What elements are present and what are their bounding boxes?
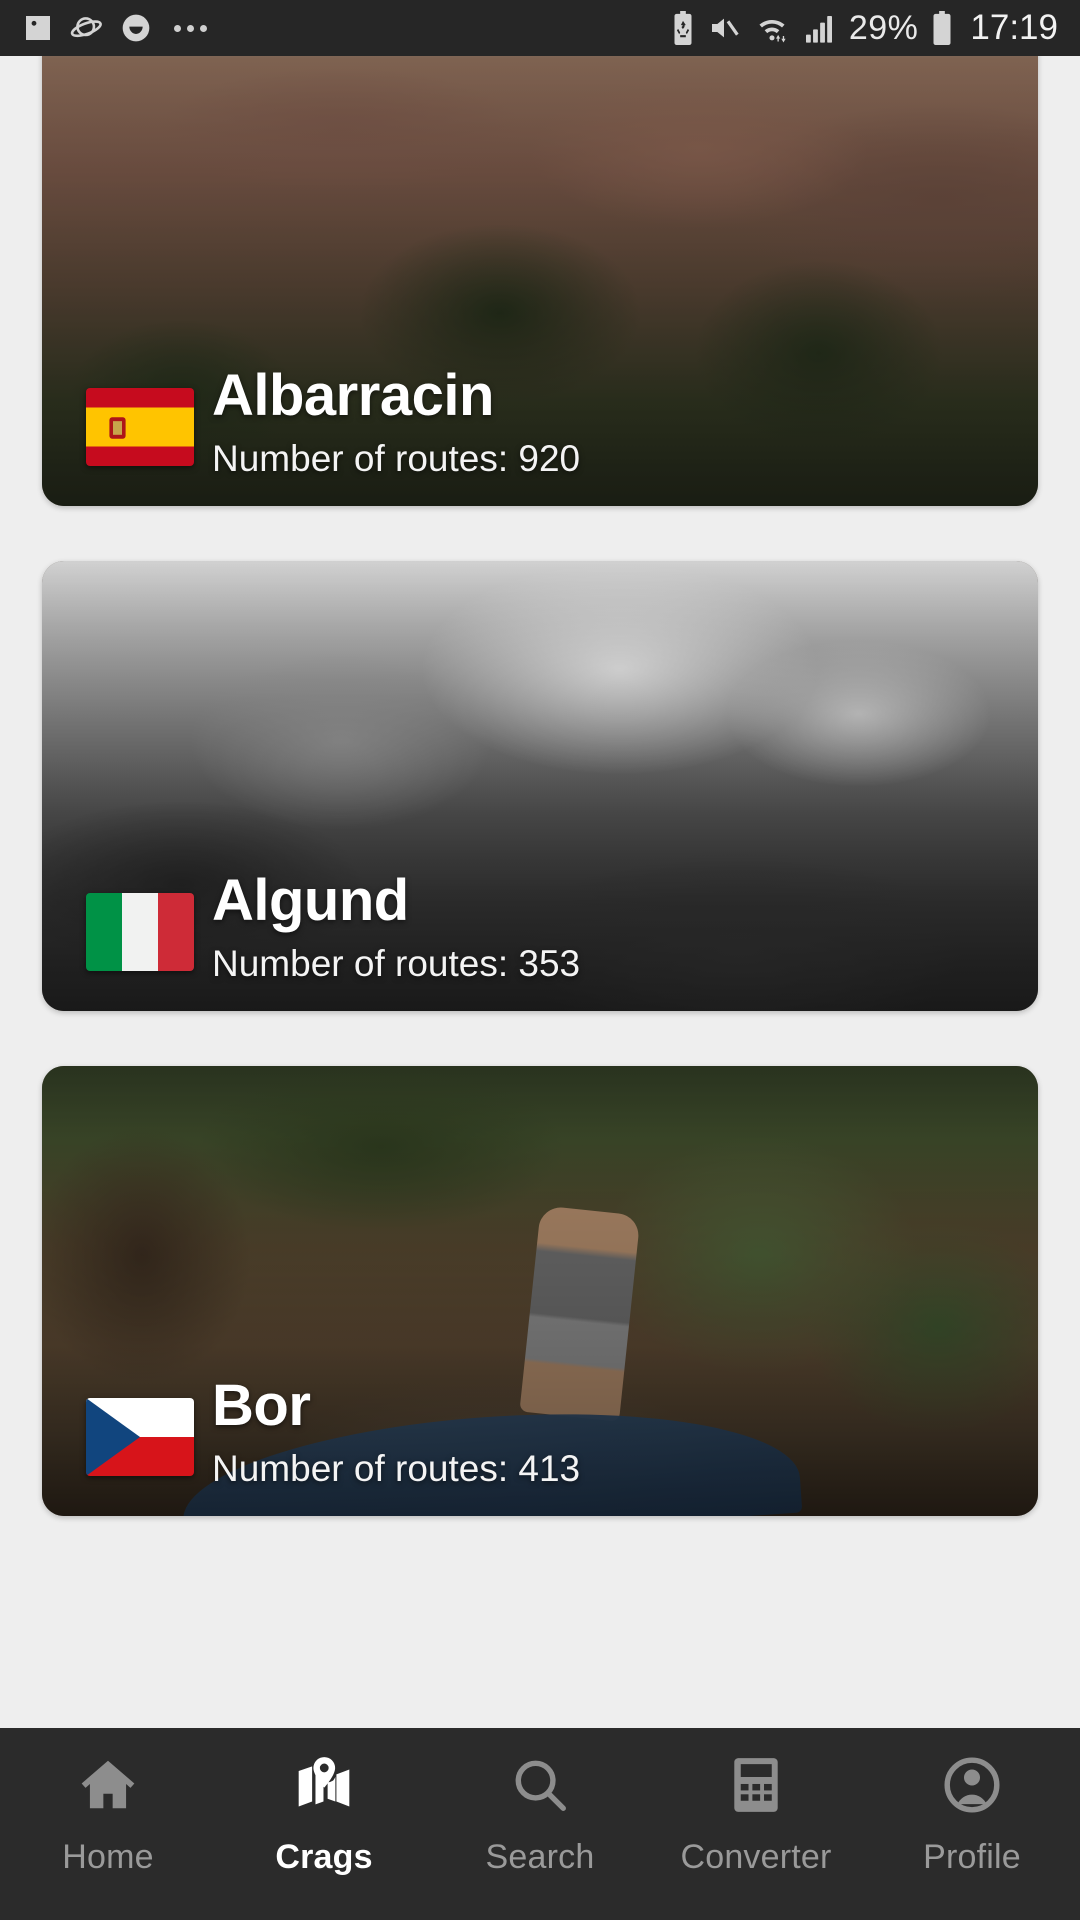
crag-list: Albarracin Number of routes: 920 Algund — [0, 56, 1080, 1516]
crag-name: Algund — [212, 868, 409, 934]
wifi-icon — [753, 12, 791, 44]
crag-caption: Algund Number of routes: 353 — [42, 871, 1038, 985]
nav-label-home: Home — [62, 1838, 154, 1876]
nav-label-profile: Profile — [923, 1838, 1021, 1876]
status-bar-left-icons — [22, 12, 207, 44]
crag-card[interactable]: Bor Number of routes: 413 — [42, 1066, 1038, 1516]
status-bar-right-icons: 29% 17:19 — [671, 8, 1058, 48]
bottom-navigation-bar: Home Crags Search Converter Profile — [0, 1728, 1080, 1920]
signal-icon — [803, 12, 837, 44]
crag-card[interactable]: Algund Number of routes: 353 — [42, 561, 1038, 1011]
crag-caption: Albarracin Number of routes: 920 — [42, 366, 1038, 480]
photo-icon — [22, 12, 54, 44]
clock-label: 17:19 — [970, 8, 1058, 47]
home-icon — [77, 1754, 139, 1816]
crag-caption: Bor Number of routes: 413 — [42, 1376, 1038, 1490]
battery-saver-icon — [671, 11, 695, 45]
smiley-icon — [120, 12, 152, 44]
person-icon — [941, 1754, 1003, 1816]
battery-icon — [930, 11, 954, 45]
spain-flag-icon — [86, 388, 194, 466]
crag-list-scroll-area[interactable]: Albarracin Number of routes: 920 Algund — [0, 56, 1080, 1784]
more-notifications-icon — [174, 24, 207, 32]
crag-name: Bor — [212, 1373, 311, 1439]
czech-republic-flag-icon — [86, 1398, 194, 1476]
nav-item-crags[interactable]: Crags — [216, 1754, 432, 1877]
mute-icon — [707, 12, 741, 44]
search-icon — [509, 1754, 571, 1816]
nav-item-search[interactable]: Search — [432, 1754, 648, 1877]
crag-routes-count: Number of routes: 413 — [212, 1448, 581, 1490]
nav-label-converter: Converter — [680, 1838, 832, 1876]
crag-routes-count: Number of routes: 353 — [212, 943, 581, 985]
nav-label-crags: Crags — [275, 1838, 373, 1876]
crag-name: Albarracin — [212, 363, 494, 429]
crag-card[interactable]: Albarracin Number of routes: 920 — [42, 56, 1038, 506]
battery-percent-label: 29% — [848, 9, 919, 47]
planet-icon — [70, 12, 104, 44]
map-pin-icon — [293, 1754, 355, 1816]
crag-routes-count: Number of routes: 920 — [212, 438, 581, 480]
nav-label-search: Search — [485, 1838, 595, 1876]
italy-flag-icon — [86, 893, 194, 971]
nav-item-home[interactable]: Home — [0, 1754, 216, 1877]
status-bar: 29% 17:19 — [0, 0, 1080, 56]
nav-item-profile[interactable]: Profile — [864, 1754, 1080, 1877]
calculator-icon — [725, 1754, 787, 1816]
nav-item-converter[interactable]: Converter — [648, 1754, 864, 1877]
